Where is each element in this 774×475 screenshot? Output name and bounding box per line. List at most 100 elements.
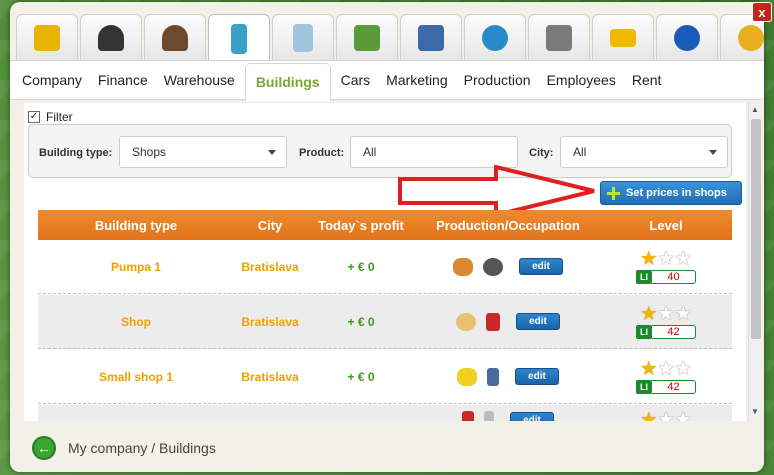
building-city: Bratislava: [241, 259, 299, 274]
star-empty-icon: ★: [675, 248, 691, 268]
table-row[interactable]: Small shop 1 Bratislava + € 0 edit ★ ★ ★…: [38, 350, 732, 404]
businessman-icon: [98, 24, 124, 51]
money-building-icon: [354, 24, 380, 51]
building-profit: + € 0: [347, 369, 375, 384]
building-name[interactable]: Shop: [38, 315, 234, 329]
tab-buildings[interactable]: Buildings: [244, 62, 331, 101]
star-rating: ★ ★ ★: [641, 305, 691, 322]
edit-button[interactable]: edit: [519, 258, 563, 275]
buildings-icon: [293, 23, 313, 52]
level-badge: LI: [636, 379, 652, 394]
edit-button[interactable]: edit: [516, 313, 560, 330]
star-full-icon: ★: [641, 303, 657, 323]
icon-tab-6[interactable]: [400, 14, 462, 60]
tab-rent[interactable]: Rent: [626, 60, 668, 100]
header-building-type: Building type: [94, 217, 178, 233]
production-cell: edit: [416, 257, 600, 276]
level-indicator: LI 40: [636, 269, 696, 284]
product-select[interactable]: All: [350, 136, 518, 168]
tab-production[interactable]: Production: [458, 60, 537, 100]
table-row[interactable]: Shop Bratislava + € 0 edit ★ ★ ★ LI 42: [38, 295, 732, 349]
production-cell: edit: [416, 367, 600, 386]
icon-tab-8[interactable]: [528, 14, 590, 60]
icon-tab-4[interactable]: [272, 14, 334, 60]
tab-warehouse[interactable]: Warehouse: [158, 60, 241, 100]
info-icon: [674, 24, 700, 51]
level-cell: ★ ★ ★ LI 42: [600, 360, 732, 394]
star-rating: ★ ★ ★: [641, 360, 691, 377]
building-type-select[interactable]: Shops: [119, 136, 287, 168]
star-empty-icon: ★: [675, 358, 691, 378]
filter-checkbox[interactable]: ✓: [28, 111, 40, 123]
building-name[interactable]: Pumpa 1: [38, 260, 234, 274]
production-cell: edit: [416, 312, 600, 331]
level-value: 42: [652, 324, 696, 339]
scroll-down-icon[interactable]: ▼: [751, 407, 759, 416]
production-cell: edit: [416, 411, 600, 421]
set-prices-button[interactable]: Set prices in shops: [600, 181, 742, 205]
table-row[interactable]: edit ★ ★ ★: [38, 405, 732, 421]
city-value: All: [573, 145, 587, 159]
bananas-icon: [457, 367, 477, 386]
icon-tab-7[interactable]: [464, 14, 526, 60]
building-icon: [231, 23, 247, 54]
chevron-down-icon: [709, 150, 717, 155]
product-label: Product:: [299, 147, 345, 159]
header-level: Level: [649, 217, 683, 233]
building-profit: + € 0: [347, 259, 375, 274]
star-empty-icon: ★: [675, 410, 691, 421]
tab-company[interactable]: Company: [16, 60, 88, 100]
mail-icon: [610, 28, 636, 47]
city-select[interactable]: All: [560, 136, 728, 168]
breadcrumb: My company / Buildings: [68, 440, 216, 456]
chevron-down-icon: [268, 150, 276, 155]
tab-marketing[interactable]: Marketing: [380, 60, 453, 100]
buildings-panel: ✓ Filter Building type: Shops Product: A…: [24, 103, 746, 421]
star-empty-icon: ★: [658, 303, 674, 323]
footer: ← My company / Buildings: [10, 424, 764, 472]
city-label: City:: [529, 147, 554, 159]
icon-tab-0[interactable]: [16, 14, 78, 60]
plus-icon: [607, 186, 620, 200]
back-arrow-icon[interactable]: ←: [32, 436, 56, 460]
company-window: Company Finance Warehouse Buildings Cars…: [10, 2, 764, 472]
icon-tab-10[interactable]: [656, 14, 718, 60]
level-cell: ★ ★ ★: [600, 411, 732, 421]
star-rating: ★ ★ ★: [641, 411, 691, 421]
building-city: Bratislava: [241, 369, 299, 384]
star-rating: ★ ★ ★: [641, 250, 691, 267]
close-button[interactable]: x: [752, 2, 772, 22]
building-city: Bratislava: [241, 314, 299, 329]
level-value: 40: [652, 269, 696, 284]
scroll-up-icon[interactable]: ▲: [751, 105, 759, 114]
edit-button[interactable]: edit: [515, 368, 559, 385]
chair-icon: [462, 411, 474, 421]
icon-tab-9[interactable]: [592, 14, 654, 60]
globe-icon: [482, 24, 508, 51]
coffee-machine-icon: [483, 257, 503, 276]
edit-button[interactable]: edit: [510, 411, 554, 421]
icon-tab-5[interactable]: [336, 14, 398, 60]
icon-tab-1[interactable]: [80, 14, 142, 60]
star-empty-icon: ★: [675, 303, 691, 323]
phone-icon: [484, 411, 494, 421]
level-cell: ★ ★ ★ LI 42: [600, 305, 732, 339]
scrollbar[interactable]: ▲ ▼: [748, 103, 762, 421]
level-badge: LI: [636, 324, 652, 339]
header-production: Production/Occupation: [436, 217, 580, 233]
header-profit: Today`s profit: [318, 217, 404, 233]
filter-box: Building type: Shops Product: All City: …: [28, 124, 732, 178]
building-type-value: Shops: [132, 145, 167, 159]
filter-toggle[interactable]: ✓ Filter: [28, 110, 73, 124]
table-row[interactable]: Pumpa 1 Bratislava + € 0 edit ★ ★ ★ LI 4…: [38, 240, 732, 294]
star-empty-icon: ★: [658, 410, 674, 421]
scroll-thumb[interactable]: [751, 119, 761, 339]
building-name[interactable]: Small shop 1: [38, 370, 234, 384]
coin-icon: [738, 24, 764, 51]
tab-employees[interactable]: Employees: [541, 60, 622, 100]
phone-icon: [487, 367, 499, 386]
icon-tab-3[interactable]: [208, 14, 270, 62]
tab-finance[interactable]: Finance: [92, 60, 154, 100]
tab-cars[interactable]: Cars: [335, 60, 377, 100]
icon-tab-2[interactable]: [144, 14, 206, 60]
